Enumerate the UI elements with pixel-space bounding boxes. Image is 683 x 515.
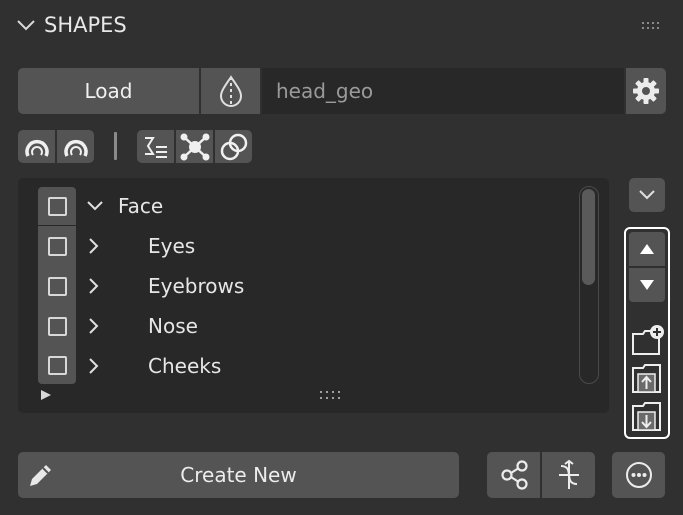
chevron-right-icon[interactable] <box>88 317 100 335</box>
move-to-parent-folder-button[interactable] <box>629 362 665 396</box>
gear-icon <box>633 78 659 104</box>
load-label: Load <box>84 79 133 103</box>
chevron-right-icon[interactable] <box>88 357 100 375</box>
load-button[interactable]: Load <box>18 68 199 114</box>
transform-button[interactable] <box>542 452 595 498</box>
connections-button[interactable] <box>176 130 213 163</box>
pencil-icon <box>30 465 51 486</box>
add-folder-button[interactable] <box>629 322 665 356</box>
triangle-up-icon <box>640 244 654 254</box>
checkbox-box <box>47 196 67 216</box>
scrollbar-track[interactable] <box>579 186 599 384</box>
add-folder-icon <box>632 325 664 355</box>
tree-item-label: Eyebrows <box>148 274 245 298</box>
row-checkbox[interactable] <box>38 226 76 266</box>
chevron-down-icon <box>639 190 655 200</box>
toolbar-separator <box>114 132 117 160</box>
pick-object-button[interactable] <box>201 68 260 114</box>
mirror-right-icon <box>63 139 88 157</box>
folder-up-icon <box>632 364 661 393</box>
resize-grip-icon[interactable] <box>320 391 342 401</box>
folder-down-icon <box>632 402 661 431</box>
tree-item-label: Nose <box>148 314 198 338</box>
mirror-left-icon <box>24 139 49 157</box>
mirror-left-button[interactable] <box>18 130 55 163</box>
nodes-icon <box>180 133 209 160</box>
panel-header[interactable]: SHAPES <box>0 0 683 52</box>
filter-list-icon <box>144 136 167 158</box>
chevron-down-icon[interactable] <box>86 200 104 212</box>
checkbox-box <box>47 276 67 296</box>
mirror-right-button[interactable] <box>57 130 94 163</box>
more-horizontal-icon <box>625 462 652 488</box>
tree-row-face[interactable]: Face <box>18 186 578 226</box>
overlap-button[interactable] <box>215 130 252 163</box>
checkbox-box <box>47 316 67 336</box>
tree-row-nose[interactable]: Nose <box>18 306 578 346</box>
settings-button[interactable] <box>626 68 666 114</box>
eyedropper-icon <box>219 75 242 107</box>
filter-button[interactable] <box>137 130 174 163</box>
share-button[interactable] <box>487 452 540 498</box>
expand-list-icon[interactable] <box>40 389 52 401</box>
object-name-field[interactable]: head_geo <box>262 68 624 114</box>
create-new-button[interactable]: Create New <box>18 452 459 498</box>
row-checkbox[interactable] <box>38 187 76 225</box>
shape-tree-list: Face Eyes Eyebrows Nose Cheeks <box>18 178 609 413</box>
object-name-value: head_geo <box>276 79 374 103</box>
list-menu-button[interactable] <box>629 178 665 212</box>
tree-item-label: Face <box>118 194 164 218</box>
chevron-down-icon <box>17 20 35 31</box>
panel-title: SHAPES <box>44 13 127 37</box>
move-into-folder-button[interactable] <box>629 400 665 434</box>
tree-row-eyebrows[interactable]: Eyebrows <box>18 266 578 306</box>
checkbox-box <box>47 355 67 375</box>
more-options-button[interactable] <box>612 452 665 498</box>
tree-item-label: Cheeks <box>148 354 222 378</box>
tree-row-eyes[interactable]: Eyes <box>18 226 578 266</box>
tree-item-label: Eyes <box>148 234 196 258</box>
create-new-label: Create New <box>180 463 297 487</box>
chevron-right-icon[interactable] <box>88 237 100 255</box>
tree-row-cheeks[interactable]: Cheeks <box>18 346 578 386</box>
move-up-button[interactable] <box>629 232 665 266</box>
drag-handle-icon[interactable] <box>642 22 664 32</box>
checkbox-box <box>47 236 67 256</box>
chevron-right-icon[interactable] <box>88 277 100 295</box>
row-checkbox[interactable] <box>38 346 76 384</box>
overlap-circles-icon <box>220 133 247 160</box>
row-checkbox[interactable] <box>38 266 76 306</box>
row-checkbox[interactable] <box>38 306 76 346</box>
scrollbar-thumb[interactable] <box>582 189 595 285</box>
share-nodes-icon <box>500 460 528 490</box>
move-down-button[interactable] <box>629 268 665 302</box>
triangle-down-icon <box>640 280 654 290</box>
transform-curve-icon <box>558 459 579 489</box>
